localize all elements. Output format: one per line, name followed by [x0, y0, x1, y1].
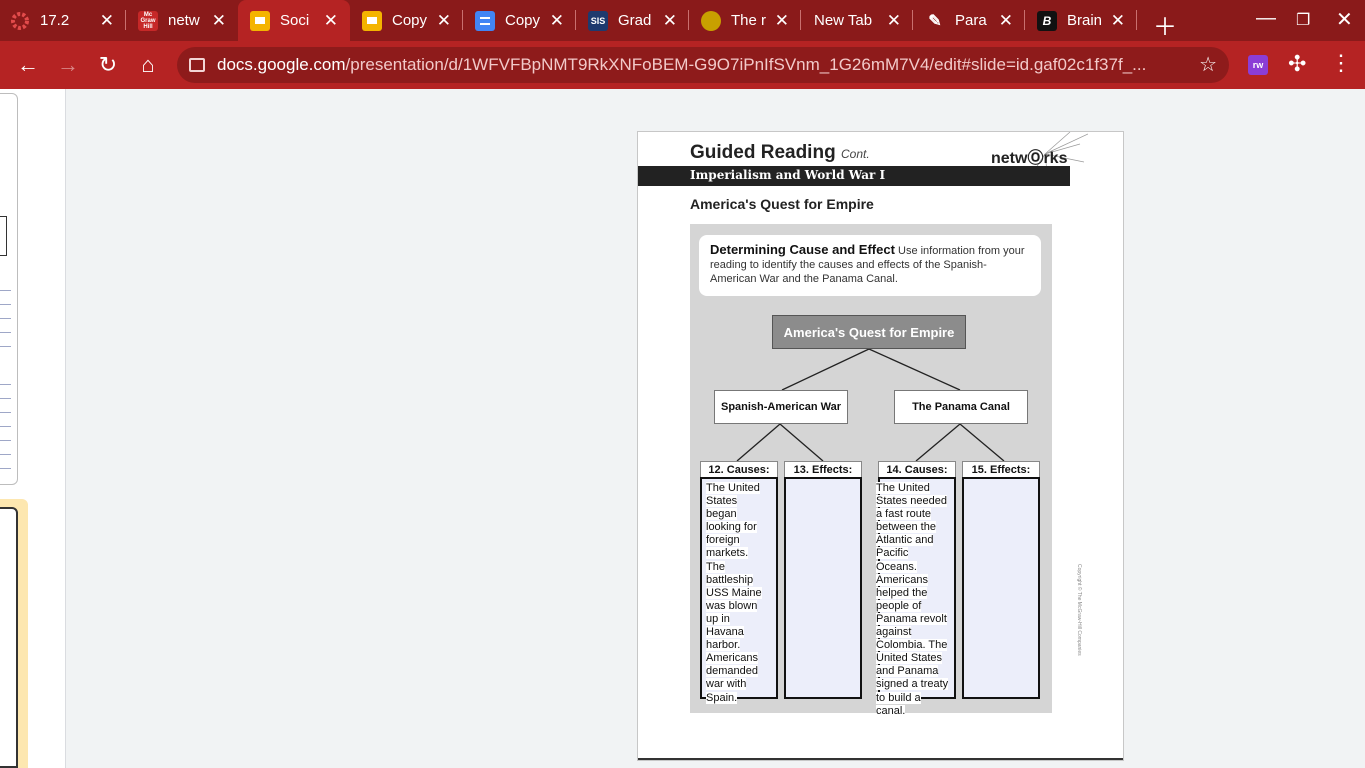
mcgraw-hill-icon: Mc Graw Hill [138, 10, 158, 31]
lesson-title: America's Quest for Empire [690, 196, 874, 212]
effects-13-label: 13. Effects: [784, 461, 862, 477]
tab-new-tab[interactable]: New Tab ✕ [801, 0, 913, 41]
effects-15-label: 15. Effects: [962, 461, 1040, 477]
tab-title: Para [955, 12, 987, 29]
close-icon[interactable]: ✕ [437, 11, 451, 31]
tab-17-2[interactable]: 17.2 ✕ [10, 0, 126, 41]
tab-title: New Tab [814, 12, 873, 29]
slide-thumbnail[interactable] [0, 93, 18, 485]
extensions-puzzle-icon[interactable]: ✣ [1288, 51, 1306, 77]
slide-heading-suffix: Cont. [841, 147, 870, 161]
close-icon[interactable]: ✕ [1111, 11, 1125, 31]
unit-banner: Imperialism and World War I [638, 166, 1070, 186]
causes-12-label: 12. Causes: [700, 461, 778, 477]
tab-title: Brain [1067, 12, 1103, 29]
tab-social-studies[interactable]: Soci ✕ [238, 0, 350, 41]
tab-grades[interactable]: SIS Grad ✕ [576, 0, 689, 41]
slide-filmstrip [0, 89, 66, 768]
rw-extension-icon[interactable]: rw [1248, 55, 1268, 75]
close-icon[interactable]: ✕ [999, 11, 1013, 31]
pencil-icon: ✎ [928, 12, 942, 30]
tab-title: Copy [392, 12, 428, 29]
tab-networks[interactable]: Mc Graw Hill netw ✕ [126, 0, 238, 41]
slide[interactable]: Guided Reading Cont. netwⓄrks Imperialis… [637, 131, 1124, 761]
tab-title: Soci [280, 12, 310, 29]
reload-icon[interactable]: ↻ [94, 51, 122, 79]
tab-title: Grad [618, 12, 652, 29]
close-icon[interactable]: ✕ [775, 11, 789, 31]
home-icon[interactable]: ⌂ [134, 51, 162, 79]
back-arrow-icon[interactable]: ← [14, 51, 42, 79]
slide-heading: Guided Reading [690, 142, 836, 163]
restore-icon[interactable]: ❐ [1296, 10, 1310, 30]
tab-title: 17.2 [40, 12, 70, 29]
profile-icon [701, 10, 721, 31]
close-icon[interactable]: ✕ [663, 11, 677, 31]
minimize-icon[interactable]: — [1256, 7, 1276, 30]
close-icon[interactable]: ✕ [550, 11, 564, 31]
site-info-icon[interactable] [189, 58, 205, 72]
tab-strip: 17.2 ✕ Mc Graw Hill netw ✕ Soci ✕ Copy ✕… [0, 0, 1365, 41]
effects-15-textbox[interactable] [962, 477, 1040, 699]
forward-arrow-icon[interactable]: → [54, 51, 82, 79]
selected-slide-thumbnail[interactable] [0, 499, 28, 768]
chrome-menu-icon[interactable]: ⋮ [1330, 50, 1352, 76]
new-tab-plus-icon[interactable]: ＋ [1153, 7, 1177, 42]
panama-canal-box: The Panama Canal [894, 390, 1028, 424]
browser-toolbar: ← → ↻ ⌂ docs.google.com/presentation/d/1… [0, 41, 1365, 89]
tab-title: netw [168, 12, 200, 29]
tab-title: Copy [505, 12, 541, 29]
window-close-icon[interactable]: ✕ [1336, 7, 1353, 32]
tab-copy-slides[interactable]: Copy ✕ [350, 0, 463, 41]
url-text[interactable]: docs.google.com/presentation/d/1WFVFBpNM… [217, 55, 1177, 75]
causes-12-answer[interactable]: The United States began looking for fore… [706, 482, 766, 705]
copyright-notice: Copyright © The McGraw-Hill Companies [1076, 564, 1082, 656]
effects-13-textbox[interactable] [784, 477, 862, 699]
networks-logo: netwⓄrks [991, 150, 1068, 167]
causes-14-answer[interactable]: The United States needed a fast route be… [876, 482, 952, 718]
bookmark-star-icon[interactable]: ☆ [1199, 52, 1217, 77]
tab-paraphrase[interactable]: ✎ Para ✕ [913, 0, 1025, 41]
slides-icon [250, 10, 270, 31]
close-icon[interactable]: ✕ [212, 11, 226, 31]
graphic-organizer: Determining Cause and Effect Use informa… [690, 224, 1052, 717]
tab-the-r[interactable]: The r ✕ [689, 0, 801, 41]
brainly-icon: B [1037, 10, 1057, 31]
close-icon[interactable]: ✕ [100, 11, 114, 31]
causes-14-label: 14. Causes: [878, 461, 956, 477]
ring-icon [10, 11, 30, 31]
sis-icon: SIS [588, 10, 608, 31]
tab-title: The r [731, 12, 767, 29]
close-icon[interactable]: ✕ [887, 11, 901, 31]
address-bar[interactable]: docs.google.com/presentation/d/1WFVFBpNM… [177, 47, 1229, 83]
close-icon[interactable]: ✕ [324, 11, 338, 31]
spanish-american-war-box: Spanish-American War [714, 390, 848, 424]
tab-brainly[interactable]: B Brain ✕ [1025, 0, 1137, 41]
docs-icon [475, 10, 495, 31]
root-concept-box: America's Quest for Empire [772, 315, 966, 349]
slides-icon [362, 10, 382, 31]
unit-title: Imperialism and World War I [690, 168, 886, 182]
tab-copy-docs[interactable]: Copy ✕ [463, 0, 576, 41]
